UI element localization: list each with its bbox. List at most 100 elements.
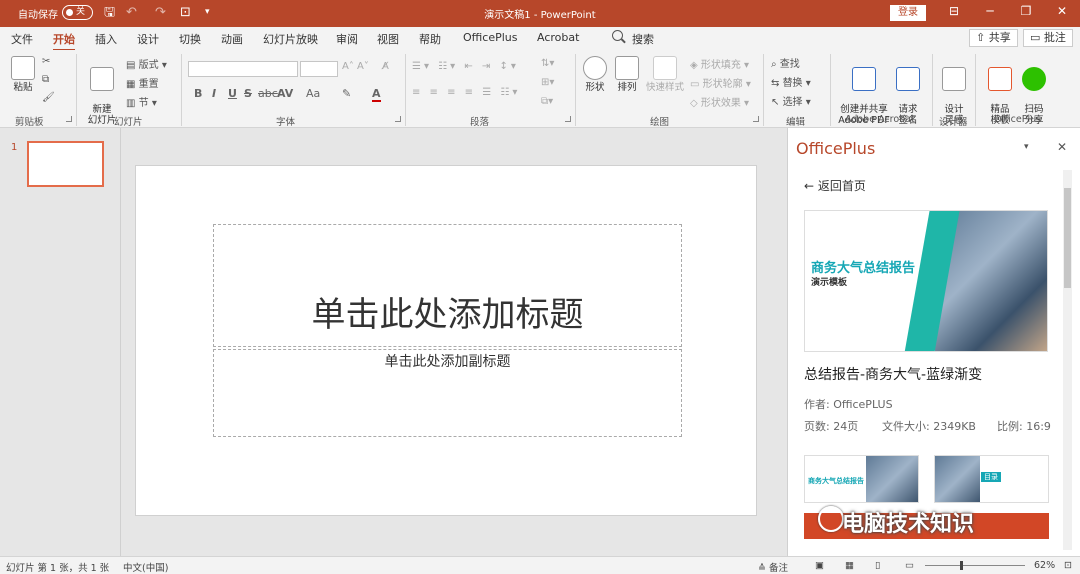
template-preview-mini-1[interactable]: 商务大气总结报告	[804, 455, 919, 503]
shape-effects-button[interactable]: ◇ 形状效果 ▾	[690, 94, 749, 109]
slide-thumbnail[interactable]	[27, 141, 104, 187]
format-painter-icon[interactable]: 🖌	[42, 92, 55, 103]
copy-icon[interactable]: ⧉	[42, 74, 49, 85]
text-direction-icon[interactable]: ⇅▾	[541, 58, 554, 69]
search-box[interactable]: 搜索	[632, 31, 654, 47]
search-icon[interactable]	[612, 30, 623, 41]
tab-file[interactable]: 文件	[11, 31, 33, 47]
close-icon[interactable]: ✕	[1052, 4, 1072, 18]
tab-design[interactable]: 设计	[137, 31, 159, 47]
title-placeholder[interactable]: 单击此处添加标题	[213, 224, 682, 347]
maximize-icon[interactable]: ❐	[1016, 4, 1036, 18]
slide-canvas[interactable]: 单击此处添加标题 单击此处添加副标题	[135, 165, 757, 516]
save-icon[interactable]: 🖫	[104, 5, 115, 20]
autosave-toggle[interactable]: 关	[62, 5, 93, 20]
reset-button[interactable]: ▦ 重置	[126, 75, 159, 90]
start-slideshow-icon[interactable]: ⊡	[180, 5, 191, 20]
wechat-logo	[818, 506, 844, 532]
clear-format-icon[interactable]: A̸	[382, 61, 389, 72]
reading-view-icon[interactable]: ▯	[875, 560, 880, 571]
strikethrough-button[interactable]: abc	[258, 87, 278, 100]
tab-view[interactable]: 视图	[377, 31, 399, 47]
zoom-slider[interactable]	[925, 565, 1025, 566]
signature-icon	[896, 67, 920, 91]
shape-fill-button[interactable]: ◈ 形状填充 ▾	[690, 56, 749, 71]
building-image	[935, 211, 1047, 351]
template-author: 作者: OfficePLUS	[804, 398, 893, 411]
align-text-icon[interactable]: ⊞▾	[541, 77, 554, 88]
smartart-icon[interactable]: ⧉▾	[541, 96, 553, 107]
login-button[interactable]: 登录	[890, 5, 926, 21]
share-button[interactable]: ⇧ 共享	[969, 29, 1018, 47]
layout-button[interactable]: ▤ 版式 ▾	[126, 56, 167, 71]
italic-button[interactable]: I	[212, 87, 216, 100]
language-status[interactable]: 中文(中国)	[123, 560, 168, 574]
minimize-icon[interactable]: ─	[980, 4, 1000, 18]
customize-qat-icon[interactable]: ▾	[205, 5, 210, 20]
shadow-button[interactable]: S	[244, 87, 252, 100]
comments-button[interactable]: ▭ 批注	[1023, 29, 1073, 47]
shape-outline-button[interactable]: ▭ 形状轮廓 ▾	[690, 75, 751, 90]
cut-icon[interactable]: ✂	[42, 56, 50, 67]
template-ratio: 比例: 16:9	[997, 420, 1051, 433]
ribbon-display-icon[interactable]: ⊟	[944, 4, 964, 18]
tab-acrobat[interactable]: Acrobat	[537, 31, 579, 44]
align-controls-icon[interactable]: ≡ ≡ ≡ ≡ ☰ ☷▾	[412, 87, 520, 98]
fit-slide-icon[interactable]: ⊡	[1064, 560, 1072, 571]
group-label-font: 字体	[276, 117, 296, 128]
tab-insert[interactable]: 插入	[95, 31, 117, 47]
arrange-button[interactable]: 排列	[613, 56, 641, 93]
zoom-slider-thumb[interactable]	[960, 561, 963, 570]
tab-officeplus[interactable]: OfficePlus	[463, 31, 518, 44]
subtitle-placeholder[interactable]: 单击此处添加副标题	[213, 349, 682, 437]
wechat-icon	[1022, 67, 1046, 91]
officeplus-panel: OfficePlus ▾ ✕ ← 返回首页 商务大气总结报告 演示模板 总结报告…	[787, 128, 1080, 556]
new-slide-icon	[90, 67, 114, 91]
zoom-level[interactable]: 62%	[1034, 560, 1055, 571]
title-bar: 自动保存 关 🖫 ↶ ↷ ⊡ ▾ 演示文稿1 - PowerPoint 登录 ⊟…	[0, 0, 1080, 27]
underline-button[interactable]: U	[228, 87, 237, 100]
clipboard-launcher-icon[interactable]	[66, 116, 72, 122]
panel-options-icon[interactable]: ▾	[1024, 142, 1029, 152]
notes-button[interactable]: ≙ 备注	[758, 560, 788, 574]
replace-button[interactable]: ⇆ 替换 ▾	[771, 74, 811, 89]
redo-icon[interactable]: ↷	[155, 5, 166, 20]
template-preview-card[interactable]: 商务大气总结报告 演示模板	[804, 210, 1048, 352]
slideshow-view-icon[interactable]: ▭	[905, 560, 914, 571]
bold-button[interactable]: B	[194, 87, 202, 100]
shapes-button[interactable]: 形状	[581, 56, 609, 93]
ribbon-tabs: 文件 开始 插入 设计 切换 动画 幻灯片放映 审阅 视图 帮助 OfficeP…	[0, 27, 1080, 51]
tab-home[interactable]: 开始	[53, 31, 75, 51]
template-name[interactable]: 总结报告-商务大气-蓝绿渐变	[804, 364, 982, 384]
pdf-icon	[852, 67, 876, 91]
panel-scroll-thumb[interactable]	[1064, 188, 1071, 288]
font-size-select[interactable]	[300, 61, 338, 77]
tab-help[interactable]: 帮助	[419, 31, 441, 47]
char-spacing-button[interactable]: AV	[277, 87, 293, 100]
panel-close-icon[interactable]: ✕	[1057, 140, 1067, 154]
undo-icon[interactable]: ↶	[126, 5, 137, 20]
sorter-view-icon[interactable]: ▦	[845, 560, 854, 571]
section-button[interactable]: ▥ 节 ▾	[126, 94, 157, 109]
tab-transitions[interactable]: 切换	[179, 31, 201, 47]
back-to-home-link[interactable]: ← 返回首页	[804, 177, 866, 194]
highlight-icon[interactable]: ✎	[342, 87, 351, 100]
tab-review[interactable]: 审阅	[336, 31, 358, 47]
tab-slideshow[interactable]: 幻灯片放映	[263, 31, 318, 47]
font-name-select[interactable]	[188, 61, 298, 77]
select-button[interactable]: ↖ 选择 ▾	[771, 93, 811, 108]
find-button[interactable]: ⌕ 查找	[771, 55, 800, 70]
paragraph-launcher-icon[interactable]	[565, 116, 571, 122]
drawing-launcher-icon[interactable]	[753, 116, 759, 122]
watermark-text: 电脑技术知识	[842, 512, 975, 537]
font-grow-icon[interactable]: A˄ A˅	[342, 61, 369, 72]
template-preview-mini-2[interactable]: 目录	[934, 455, 1049, 503]
change-case-button[interactable]: Aa	[306, 87, 320, 100]
paste-button[interactable]: 粘贴	[8, 56, 38, 93]
font-color-button[interactable]: A	[372, 87, 381, 102]
quick-styles-button[interactable]: 快速样式	[644, 56, 686, 93]
tab-animations[interactable]: 动画	[221, 31, 243, 47]
normal-view-icon[interactable]: ▣	[815, 560, 824, 571]
list-controls-icon[interactable]: ☰▾ ☷▾ ⇤ ⇥ ↕▾	[412, 61, 519, 72]
font-launcher-icon[interactable]	[395, 116, 401, 122]
